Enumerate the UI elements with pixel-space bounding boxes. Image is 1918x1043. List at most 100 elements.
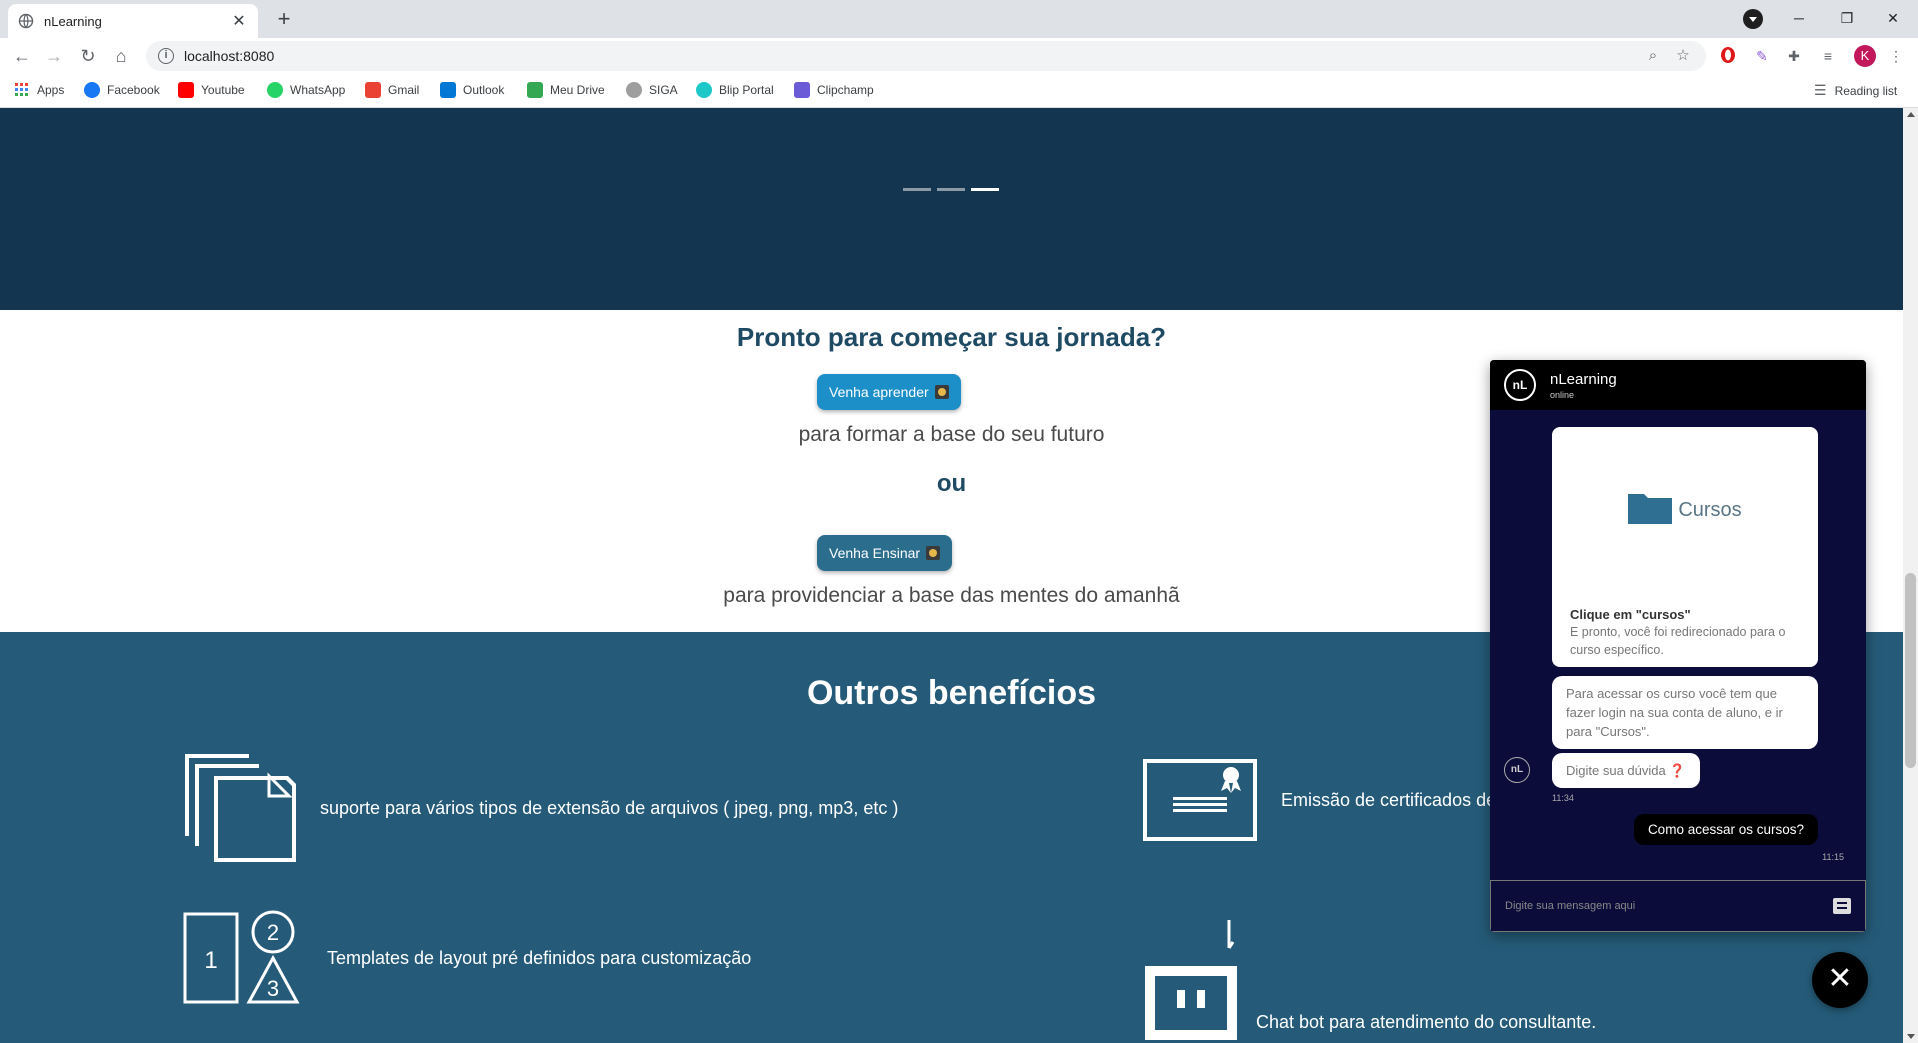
chat-widget: nL nLearning online Cursos Clique em "cu…	[1490, 360, 1866, 932]
benefit-files-text: suporte para vários tipos de extensão de…	[320, 797, 899, 818]
address-bar[interactable]: i localhost:8080 ⌕ ☆	[146, 41, 1706, 71]
home-icon[interactable]: ⌂	[107, 42, 135, 70]
bookmark-siga[interactable]: SIGA	[626, 82, 678, 98]
teach-button[interactable]: Venha Ensinar	[817, 535, 953, 571]
close-window-button[interactable]: ✕	[1870, 4, 1916, 32]
gmail-icon	[365, 82, 381, 98]
learn-button[interactable]: Venha aprender	[817, 374, 961, 410]
forward-icon[interactable]: →	[40, 42, 68, 70]
menu-dots-icon[interactable]: ⋮	[1886, 46, 1906, 66]
youtube-icon	[178, 82, 194, 98]
chat-bot-logo: nL	[1504, 369, 1536, 401]
scroll-down-icon[interactable]	[1907, 1034, 1915, 1039]
extensions-icon[interactable]: ✚	[1784, 46, 1804, 66]
benefit-templates-text: Templates de layout pré definidos para c…	[327, 947, 752, 968]
scroll-up-icon[interactable]	[1907, 112, 1915, 117]
attachment-icon[interactable]	[1833, 898, 1851, 914]
user-message: Como acessar os cursos?	[1633, 814, 1818, 845]
templates-icon: 1 2 3	[183, 910, 300, 1004]
bookmark-label: SIGA	[649, 83, 678, 97]
bot-prompt-message: Digite sua dúvida ❓	[1552, 753, 1700, 788]
reading-list-label: Reading list	[1834, 83, 1898, 98]
screen: nLearning ✕ + ─ ❐ ✕ ← → ↻ ⌂ i localhost:…	[0, 0, 1918, 1043]
pen-extension-icon[interactable]: ✎	[1752, 46, 1772, 66]
chat-close-button[interactable]: ✕	[1812, 952, 1868, 1008]
tab-close-icon[interactable]: ✕	[230, 11, 248, 31]
carousel-indicator-2[interactable]	[937, 188, 965, 191]
bookmark-label: Clipchamp	[817, 83, 874, 97]
page-scrollbar[interactable]	[1903, 108, 1918, 1043]
minimize-button[interactable]: ─	[1776, 4, 1822, 32]
clipchamp-icon	[794, 82, 810, 98]
bookmark-youtube[interactable]: Youtube	[178, 82, 245, 98]
certificate-icon	[1143, 759, 1257, 841]
chat-bot-status: online	[1550, 389, 1575, 400]
globe-icon	[626, 82, 642, 98]
bookmark-label: Apps	[37, 83, 65, 97]
back-icon[interactable]: ←	[8, 42, 36, 70]
bookmark-label: Blip Portal	[719, 83, 774, 97]
chat-header: nL nLearning online	[1490, 360, 1866, 410]
url-text[interactable]: localhost:8080	[184, 48, 1634, 64]
files-icon	[185, 754, 296, 862]
card-description: E pronto, você foi redirecionado para o …	[1570, 625, 1786, 657]
bookmark-label: Outlook	[463, 83, 505, 97]
browser-tab[interactable]: nLearning ✕	[8, 4, 258, 38]
zoom-icon[interactable]: ⌕	[1642, 45, 1664, 67]
carousel-indicator-3[interactable]	[971, 188, 999, 191]
template-shape-number: 1	[204, 947, 217, 974]
bookmark-outlook[interactable]: Outlook	[440, 82, 504, 98]
media-queue-icon[interactable]: ≡	[1818, 46, 1838, 66]
tab-search-icon[interactable]	[1743, 9, 1763, 29]
bookmark-label: WhatsApp	[290, 83, 346, 97]
bookmark-apps[interactable]: Apps	[14, 82, 64, 98]
robot-icon	[1145, 920, 1237, 1040]
hero-carousel	[0, 108, 1903, 310]
bookmark-label: Gmail	[388, 83, 420, 97]
bookmark-whatsapp[interactable]: WhatsApp	[267, 82, 345, 98]
reload-icon[interactable]: ↻	[74, 42, 102, 70]
benefit-certificates-text: Emissão de certificados de	[1281, 789, 1497, 810]
restore-button[interactable]: ❐	[1824, 4, 1870, 32]
new-tab-button[interactable]: +	[270, 6, 298, 34]
reading-list-button[interactable]: ☰ Reading list	[1814, 82, 1897, 99]
learn-button-label: Venha aprender	[829, 384, 929, 400]
outlook-icon	[440, 82, 456, 98]
course-card[interactable]: Cursos Clique em "cursos" E pronto, você…	[1552, 427, 1818, 667]
browser-toolbar: ← → ↻ ⌂ i localhost:8080 ⌕ ☆ ✎ ✚ ≡ K ⋮	[0, 38, 1918, 74]
chat-input-bar	[1490, 880, 1866, 932]
bookmark-meu-drive[interactable]: Meu Drive	[527, 82, 605, 98]
bookmark-facebook[interactable]: Facebook	[84, 82, 160, 98]
bookmark-gmail[interactable]: Gmail	[365, 82, 419, 98]
benefit-chatbot-text: Chat bot para atendimento do consultante…	[1256, 1011, 1597, 1032]
bookmark-label: Meu Drive	[550, 83, 605, 97]
folder-icon	[1628, 494, 1673, 524]
cta-title: Pronto para começar sua jornada?	[736, 322, 1167, 352]
info-icon[interactable]: i	[158, 48, 174, 64]
template-shape-number: 2	[267, 920, 279, 945]
facebook-icon	[84, 82, 100, 98]
opera-extension-icon[interactable]	[1718, 46, 1738, 66]
profile-avatar[interactable]: K	[1854, 45, 1876, 67]
tab-title: nLearning	[44, 13, 102, 29]
chat-message-input[interactable]	[1505, 900, 1833, 912]
bookmark-label: Youtube	[201, 83, 245, 97]
carousel-indicator-1[interactable]	[903, 188, 931, 191]
bookmark-blip-portal[interactable]: Blip Portal	[696, 82, 774, 98]
teach-button-label: Venha Ensinar	[829, 545, 921, 561]
globe-icon	[18, 13, 34, 29]
bookmarks-bar: Apps Facebook Youtube WhatsApp Gmail Out…	[0, 74, 1918, 108]
card-image-label: Cursos	[1678, 498, 1742, 521]
teacher-emoji-icon	[926, 546, 941, 560]
scroll-thumb[interactable]	[1905, 573, 1916, 768]
user-message-time: 11:15	[1822, 852, 1844, 862]
bookmark-label: Facebook	[107, 83, 160, 97]
template-shape-number: 3	[267, 976, 279, 1001]
chat-bot-avatar: nL	[1504, 757, 1530, 783]
bookmark-clipchamp[interactable]: Clipchamp	[794, 82, 874, 98]
benefit-templates: 1 2 3 Templates de layout pré definidos …	[183, 910, 751, 1006]
bot-message: Para acessar os curso você tem que fazer…	[1552, 676, 1818, 749]
blip-icon	[696, 82, 712, 98]
benefit-certificates: Emissão de certificados de	[1143, 759, 1496, 841]
bookmark-star-icon[interactable]: ☆	[1672, 45, 1694, 67]
